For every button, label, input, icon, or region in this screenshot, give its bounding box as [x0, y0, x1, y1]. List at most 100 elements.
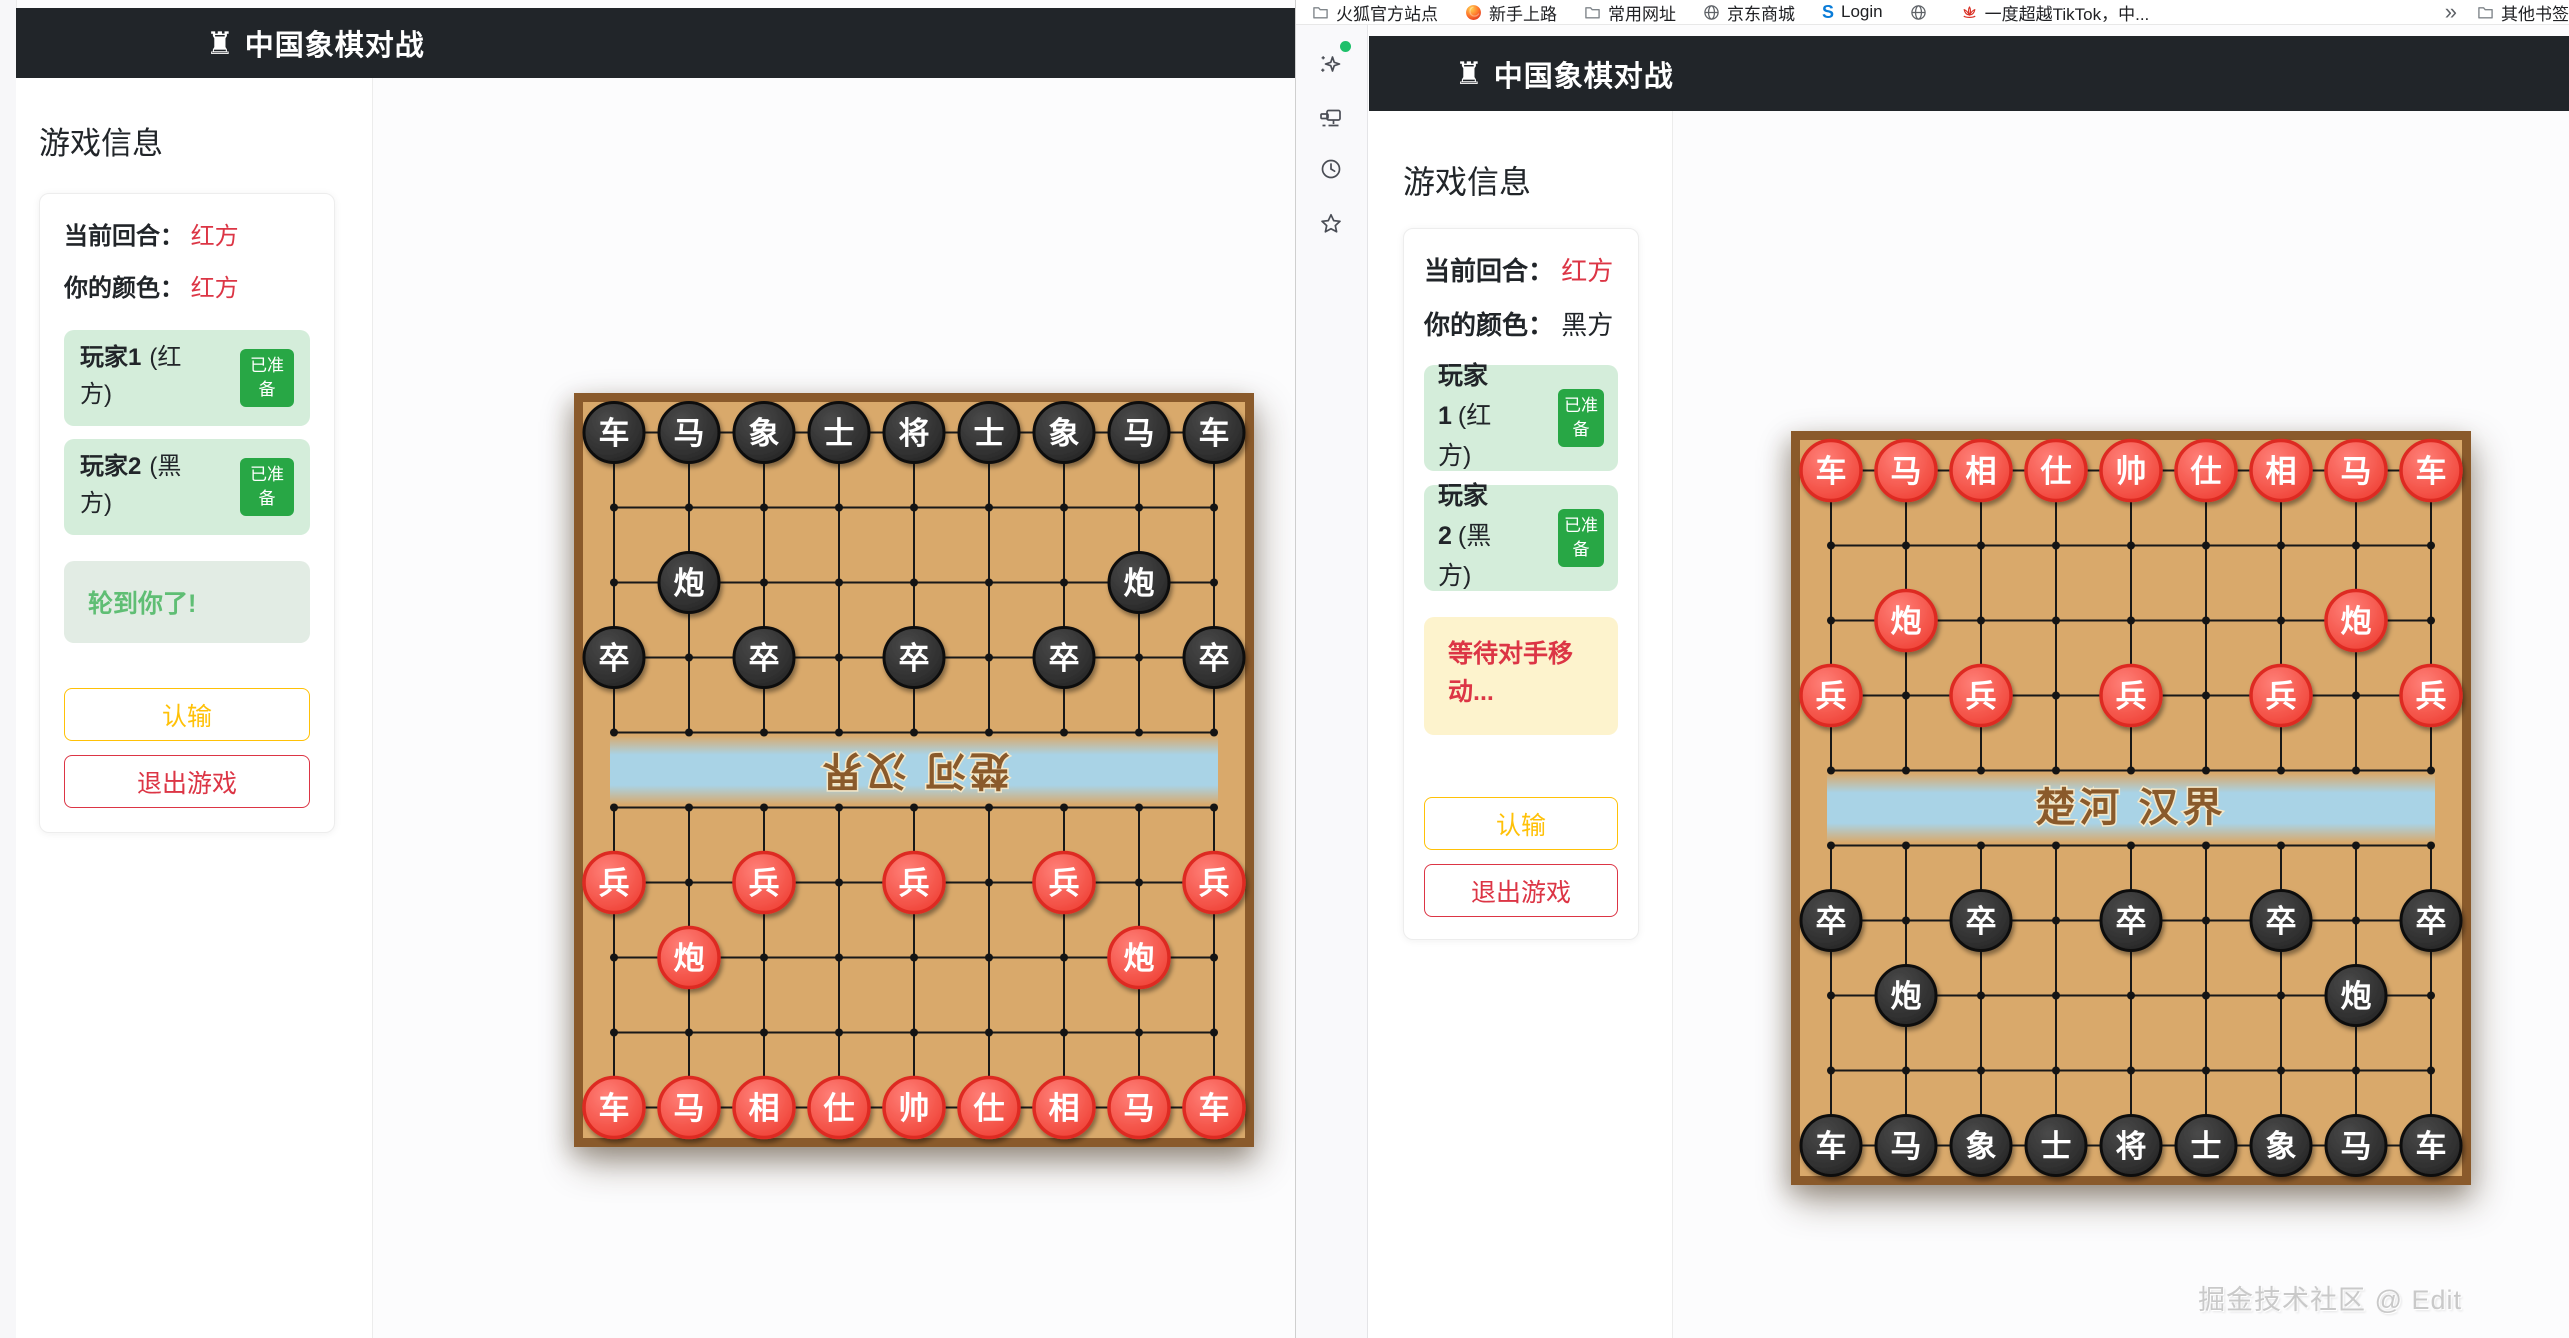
xiangqi-board-left[interactable]: 楚河 汉界车马象士将士象马车炮炮卒卒卒卒卒兵兵兵兵兵炮炮车马相仕帅仕相马车 — [574, 393, 1254, 1147]
xiangqi-piece[interactable]: 仕 — [809, 1078, 869, 1138]
xiangqi-piece[interactable]: 兵 — [2101, 666, 2161, 726]
xiangqi-piece[interactable]: 士 — [2176, 1116, 2236, 1176]
xiangqi-piece[interactable]: 炮 — [1876, 591, 1936, 651]
xiangqi-piece[interactable]: 兵 — [2251, 666, 2311, 726]
svg-text:卒: 卒 — [1816, 904, 1847, 939]
xiangqi-piece[interactable]: 兵 — [884, 853, 944, 913]
xiangqi-piece[interactable]: 将 — [884, 403, 944, 463]
xiangqi-piece[interactable]: 炮 — [1109, 553, 1169, 613]
xiangqi-piece[interactable]: 炮 — [2326, 591, 2386, 651]
sparkles-notification-dot — [1340, 41, 1351, 52]
devices-icon[interactable] — [1317, 104, 1345, 132]
bookmark-item[interactable]: 常用网址 — [1584, 0, 1676, 25]
svg-text:仕: 仕 — [2191, 454, 2222, 489]
bookmark-item[interactable]: 一度超越TikTok，中... — [1961, 0, 2150, 25]
surrender-button[interactable]: 认输 — [64, 688, 310, 741]
xiangqi-piece[interactable]: 象 — [2251, 1116, 2311, 1176]
xiangqi-piece[interactable]: 兵 — [1951, 666, 2011, 726]
xiangqi-piece[interactable]: 相 — [734, 1078, 794, 1138]
xiangqi-piece[interactable]: 卒 — [584, 628, 644, 688]
star-icon[interactable] — [1317, 210, 1345, 238]
other-bookmarks-folder[interactable]: 其他书签 — [2477, 0, 2569, 25]
xiangqi-piece[interactable]: 车 — [584, 403, 644, 463]
xiangqi-piece[interactable]: 兵 — [1034, 853, 1094, 913]
xiangqi-piece[interactable]: 卒 — [1951, 891, 2011, 951]
svg-text:兵: 兵 — [599, 866, 630, 901]
xiangqi-piece[interactable]: 车 — [1184, 403, 1244, 463]
left-game-sidebar: 游戏信息 当前回合： 红方 你的颜色： 红方 玩家1(红方) 已准备 玩家2(黑… — [16, 78, 373, 1338]
xiangqi-piece[interactable]: 车 — [2401, 441, 2461, 501]
svg-text:车: 车 — [1199, 416, 1230, 451]
xiangqi-piece[interactable]: 马 — [659, 403, 719, 463]
bookmark-item[interactable]: 火狐官方站点 — [1312, 0, 1438, 25]
xiangqi-board-right[interactable]: 楚河 汉界车马相仕帅仕相马车炮炮兵兵兵兵兵卒卒卒卒卒炮炮车马象士将士象马车 — [1791, 431, 2471, 1185]
xiangqi-piece[interactable]: 相 — [1034, 1078, 1094, 1138]
xiangqi-piece[interactable]: 炮 — [659, 928, 719, 988]
svg-text:兵: 兵 — [1049, 866, 1080, 901]
xiangqi-piece[interactable]: 卒 — [734, 628, 794, 688]
svg-text:相: 相 — [1049, 1091, 1080, 1126]
xiangqi-piece[interactable]: 马 — [1109, 403, 1169, 463]
xiangqi-piece[interactable]: 兵 — [1801, 666, 1861, 726]
xiangqi-piece[interactable]: 帅 — [2101, 441, 2161, 501]
exit-game-button[interactable]: 退出游戏 — [1424, 864, 1618, 917]
xiangqi-piece[interactable]: 仕 — [2026, 441, 2086, 501]
history-icon[interactable] — [1317, 155, 1345, 183]
xiangqi-piece[interactable]: 仕 — [959, 1078, 1019, 1138]
xiangqi-piece[interactable]: 马 — [2326, 441, 2386, 501]
xiangqi-piece[interactable]: 象 — [734, 403, 794, 463]
xiangqi-piece[interactable]: 兵 — [2401, 666, 2461, 726]
chess-rook-icon: ♜ — [206, 28, 234, 59]
xiangqi-piece[interactable]: 卒 — [1184, 628, 1244, 688]
xiangqi-piece[interactable]: 卒 — [1801, 891, 1861, 951]
xiangqi-piece[interactable]: 士 — [809, 403, 869, 463]
bookmark-item[interactable] — [1910, 4, 1934, 21]
xiangqi-piece[interactable]: 马 — [1876, 1116, 1936, 1176]
xiangqi-piece[interactable]: 士 — [959, 403, 1019, 463]
current-turn-value: 红方 — [1561, 256, 1613, 286]
xiangqi-piece[interactable]: 马 — [1109, 1078, 1169, 1138]
xiangqi-piece[interactable]: 士 — [2026, 1116, 2086, 1176]
xiangqi-piece[interactable]: 兵 — [734, 853, 794, 913]
xiangqi-piece[interactable]: 卒 — [1034, 628, 1094, 688]
xiangqi-piece[interactable]: 相 — [1951, 441, 2011, 501]
bookmarks-overflow-chevron[interactable]: » — [2445, 0, 2457, 25]
xiangqi-piece[interactable]: 炮 — [1876, 966, 1936, 1026]
xiangqi-piece[interactable]: 兵 — [1184, 853, 1244, 913]
player1-name: 玩家1(红方) — [1438, 358, 1524, 478]
xiangqi-piece[interactable]: 车 — [1184, 1078, 1244, 1138]
xiangqi-piece[interactable]: 卒 — [2251, 891, 2311, 951]
xiangqi-piece[interactable]: 帅 — [884, 1078, 944, 1138]
bookmark-item[interactable]: 京东商城 — [1703, 0, 1795, 25]
xiangqi-piece[interactable]: 马 — [2326, 1116, 2386, 1176]
xiangqi-piece[interactable]: 卒 — [884, 628, 944, 688]
surrender-button[interactable]: 认输 — [1424, 797, 1618, 850]
xiangqi-piece[interactable]: 仕 — [2176, 441, 2236, 501]
xiangqi-piece[interactable]: 马 — [1876, 441, 1936, 501]
svg-text:象: 象 — [1966, 1129, 1997, 1164]
svg-text:马: 马 — [1891, 1129, 1922, 1164]
xiangqi-piece[interactable]: 象 — [1951, 1116, 2011, 1176]
svg-text:仕: 仕 — [824, 1091, 855, 1126]
xiangqi-piece[interactable]: 兵 — [584, 853, 644, 913]
xiangqi-piece[interactable]: 车 — [1801, 441, 1861, 501]
xiangqi-piece[interactable]: 相 — [2251, 441, 2311, 501]
xiangqi-piece[interactable]: 将 — [2101, 1116, 2161, 1176]
xiangqi-piece[interactable]: 卒 — [2401, 891, 2461, 951]
bookmark-item[interactable]: SLogin — [1822, 2, 1883, 23]
bookmark-item[interactable]: 新手上路 — [1465, 0, 1557, 25]
xiangqi-piece[interactable]: 炮 — [1109, 928, 1169, 988]
xiangqi-piece[interactable]: 车 — [2401, 1116, 2461, 1176]
xiangqi-piece[interactable]: 象 — [1034, 403, 1094, 463]
xiangqi-piece[interactable]: 卒 — [2101, 891, 2161, 951]
svg-text:兵: 兵 — [899, 866, 930, 901]
svg-text:马: 马 — [1124, 1091, 1155, 1126]
exit-game-button[interactable]: 退出游戏 — [64, 755, 310, 808]
xiangqi-piece[interactable]: 马 — [659, 1078, 719, 1138]
svg-text:卒: 卒 — [599, 641, 630, 676]
xiangqi-piece[interactable]: 车 — [584, 1078, 644, 1138]
xiangqi-piece[interactable]: 车 — [1801, 1116, 1861, 1176]
sparkles-icon[interactable] — [1317, 51, 1345, 79]
xiangqi-piece[interactable]: 炮 — [659, 553, 719, 613]
xiangqi-piece[interactable]: 炮 — [2326, 966, 2386, 1026]
